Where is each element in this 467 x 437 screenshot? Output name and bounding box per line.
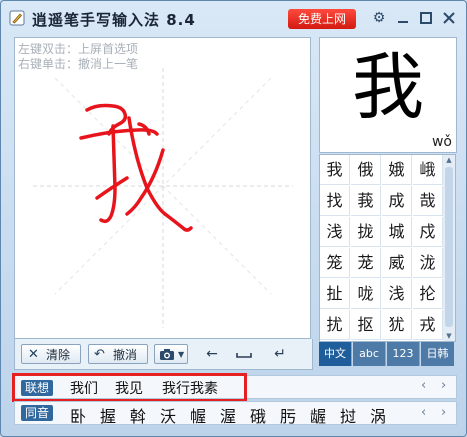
mode-abc[interactable]: abc xyxy=(353,342,386,366)
candidate-cell[interactable]: 戍 xyxy=(413,217,443,247)
candidate-cell[interactable]: 抡 xyxy=(413,279,443,309)
canvas-toolbar: ✕ 清除 ↶ 撤消 ▼ ← ↵ xyxy=(14,339,313,370)
candidate-cell[interactable]: 泷 xyxy=(413,248,443,278)
candidate-cell[interactable]: 茏 xyxy=(351,248,381,278)
homophone-char[interactable]: 斡 xyxy=(130,403,146,427)
handwriting-canvas[interactable]: 左键双击：上屏首选项 右键单击：撤消上一笔 xyxy=(14,37,311,339)
candidate-cell[interactable]: 俄 xyxy=(351,155,381,185)
scroll-up-icon[interactable]: ▲ xyxy=(443,156,455,164)
candidate-cell[interactable]: 犹 xyxy=(382,310,412,340)
clear-icon: ✕ xyxy=(28,347,39,362)
mode-123[interactable]: 123 xyxy=(387,342,420,366)
candidate-cell[interactable]: 我 xyxy=(320,155,350,185)
scrollbar-thumb[interactable] xyxy=(445,167,453,327)
candidate-cell[interactable]: 城 xyxy=(382,217,412,247)
backspace-icon[interactable]: ← xyxy=(201,344,223,364)
maximize-icon[interactable] xyxy=(417,9,435,27)
clear-label: 清除 xyxy=(46,348,71,362)
candidate-cell[interactable]: 浅 xyxy=(382,279,412,309)
candidate-cell[interactable]: 戎 xyxy=(413,310,443,340)
undo-icon: ↶ xyxy=(94,347,105,362)
homophone-bar: 同音 卧 握 斡 沃 幄 渥 硪 肟 龌 挝 涡 ‹ › xyxy=(14,401,457,427)
mode-chinese[interactable]: 中文 xyxy=(319,342,352,366)
homophone-char[interactable]: 龌 xyxy=(310,403,326,427)
clear-button[interactable]: ✕ 清除 xyxy=(21,344,81,364)
highlight-box xyxy=(12,373,247,402)
homophone-char[interactable]: 握 xyxy=(100,403,116,427)
title-bar[interactable]: 逍遥笔手写输入法 8.4 免费上网 ⚙ xyxy=(1,1,466,35)
homophone-char[interactable]: 涡 xyxy=(370,403,386,427)
candidate-cell[interactable]: 扰 xyxy=(320,310,350,340)
candidate-cell[interactable]: 咙 xyxy=(351,279,381,309)
undo-label: 撤消 xyxy=(113,348,138,362)
homophone-char[interactable]: 幄 xyxy=(190,403,206,427)
preview-pinyin: wǒ xyxy=(431,134,452,150)
homophone-char[interactable]: 沃 xyxy=(160,403,176,427)
homophone-char[interactable]: 挝 xyxy=(340,403,356,427)
handwritten-strokes xyxy=(79,103,193,232)
candidate-cell[interactable]: 峨 xyxy=(413,155,443,185)
candidate-cell[interactable]: 拢 xyxy=(351,217,381,247)
character-preview: 我 wǒ xyxy=(319,37,457,153)
enter-icon[interactable]: ↵ xyxy=(269,344,291,364)
prev-page-icon[interactable]: ‹ xyxy=(421,405,426,420)
window-title: 逍遥笔手写输入法 8.4 xyxy=(32,11,196,29)
candidate-cell[interactable]: 莪 xyxy=(351,186,381,216)
mode-switcher: 中文 abc 123 日韩 xyxy=(319,342,455,366)
camera-icon xyxy=(160,349,174,360)
pen-icon xyxy=(9,10,25,26)
homophone-char[interactable]: 肟 xyxy=(280,403,296,427)
candidate-cell[interactable]: 娥 xyxy=(382,155,412,185)
candidate-grid: 我 俄 娥 峨 找 莪 成 哉 浅 拢 城 戍 笼 茏 威 泷 扯 咙 浅 抡 … xyxy=(319,154,445,342)
candidate-cell[interactable]: 扯 xyxy=(320,279,350,309)
close-icon[interactable] xyxy=(440,9,458,27)
minimize-icon[interactable] xyxy=(394,9,412,27)
candidate-cell[interactable]: 威 xyxy=(382,248,412,278)
chevron-down-icon: ▼ xyxy=(178,350,185,359)
homophone-char[interactable]: 卧 xyxy=(70,403,86,427)
next-page-icon[interactable]: › xyxy=(441,378,446,393)
candidate-cell[interactable]: 浅 xyxy=(320,217,350,247)
candidate-cell[interactable]: 找 xyxy=(320,186,350,216)
undo-button[interactable]: ↶ 撤消 xyxy=(88,344,148,364)
space-icon[interactable] xyxy=(233,344,255,364)
candidate-cell[interactable]: 哉 xyxy=(413,186,443,216)
app-window: 逍遥笔手写输入法 8.4 免费上网 ⚙ 左键双击：上屏首选项 右键单击：撤消上一… xyxy=(0,0,467,437)
prev-page-icon[interactable]: ‹ xyxy=(421,378,426,393)
settings-icon[interactable]: ⚙ xyxy=(370,9,388,27)
scroll-down-icon[interactable]: ▼ xyxy=(443,332,455,340)
free-internet-button[interactable]: 免费上网 xyxy=(288,9,356,29)
homophone-tag: 同音 xyxy=(21,405,54,421)
candidate-cell[interactable]: 成 xyxy=(382,186,412,216)
camera-button[interactable]: ▼ xyxy=(154,344,188,364)
homophone-char[interactable]: 渥 xyxy=(220,403,236,427)
preview-character: 我 xyxy=(351,45,424,129)
mode-japanese-korean[interactable]: 日韩 xyxy=(421,342,454,366)
next-page-icon[interactable]: › xyxy=(441,405,446,420)
homophone-char[interactable]: 硪 xyxy=(250,403,266,427)
candidate-cell[interactable]: 笼 xyxy=(320,248,350,278)
candidate-scrollbar[interactable]: ▲ ▼ xyxy=(443,154,456,342)
candidate-cell[interactable]: 抠 xyxy=(351,310,381,340)
